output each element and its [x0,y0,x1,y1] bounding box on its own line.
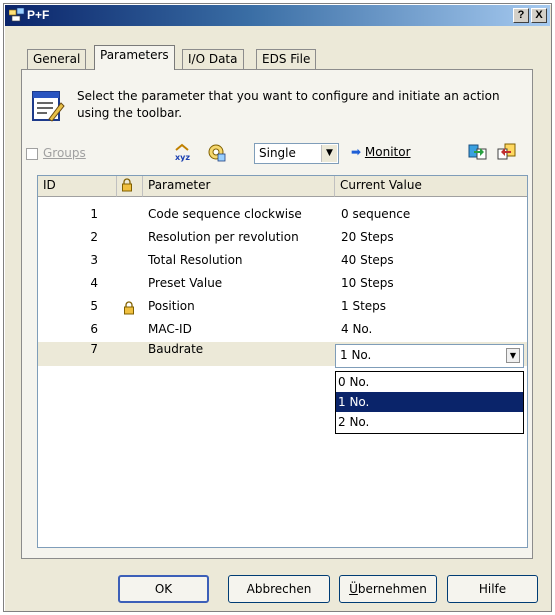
download-to-device-icon[interactable] [468,142,488,162]
row-value: 4 No. [341,322,373,336]
apply-label: bernehmen [357,582,427,596]
table-row[interactable]: 4 Preset Value 10 Steps [38,272,527,295]
chevron-down-icon[interactable]: ▼ [321,145,337,162]
help-title-button[interactable]: ? [513,8,529,23]
tab-eds-file[interactable]: EDS File [256,49,317,69]
row-id: 1 [90,207,98,221]
lock-icon [122,178,132,192]
row-value: 0 sequence [341,207,411,221]
row-value: 20 Steps [341,230,394,244]
instructions-text: Select the parameter that you want to co… [77,89,500,120]
monitor-button[interactable]: ➡ Monitor [351,145,411,159]
groups-checkbox[interactable] [26,148,38,160]
row-lock [123,300,135,315]
row-id: 5 [90,299,98,313]
row-value: 40 Steps [341,253,394,267]
dropdown-option[interactable]: 0 No. [336,372,523,392]
row-parameter: Position [148,299,195,313]
chevron-down-icon[interactable]: ▼ [506,348,520,363]
mode-select-value: Single [259,146,296,160]
compare-xyz-icon[interactable]: xyz [172,142,192,162]
table-row[interactable]: 2 Resolution per revolution 20 Steps [38,226,527,249]
baudrate-options-list: 0 No. 1 No. 2 No. [335,371,524,434]
table-row[interactable]: 6 MAC-ID 4 No. [38,318,527,341]
apply-button[interactable]: Übernehmen [339,575,437,603]
column-header-parameter[interactable]: Parameter [143,176,335,197]
arrow-right-icon: ➡ [351,145,362,159]
help-button[interactable]: Hilfe [447,575,538,603]
svg-text:xyz: xyz [175,153,190,162]
row-id: 3 [90,253,98,267]
tab-io-data[interactable]: I/O Data [182,49,244,69]
row-parameter: Baudrate [148,342,204,356]
window-title: P+F [27,8,50,22]
column-header-current-value[interactable]: Current Value [335,176,527,197]
row-value: 1 Steps [341,299,387,313]
tab-general[interactable]: General [27,49,87,69]
apply-mnemonic: Ü [349,582,358,596]
row-id: 2 [90,230,98,244]
groups-label: Groups [43,146,86,160]
baudrate-value-select[interactable]: 1 No. ▼ [335,344,524,368]
row-parameter: Code sequence clockwise [148,207,302,221]
lock-icon [124,301,134,315]
tab-parameters[interactable]: Parameters [94,45,175,70]
ok-button[interactable]: OK [118,575,209,603]
row-id: 4 [90,276,98,290]
upload-from-device-icon[interactable] [497,142,517,162]
parameter-settings-icon[interactable] [206,142,226,162]
table-row[interactable]: 3 Total Resolution 40 Steps [38,249,527,272]
app-icon [9,8,25,22]
mode-select[interactable]: Single ▼ [254,143,339,164]
table-row[interactable]: 5 Position 1 Steps [38,295,527,318]
baudrate-selected-value: 1 No. [340,348,372,362]
column-header-lock[interactable] [117,176,143,197]
close-title-button[interactable]: X [531,8,547,23]
cancel-button[interactable]: Abbrechen [228,575,330,603]
row-parameter: Preset Value [148,276,223,290]
configure-wizard-icon [32,91,65,122]
row-id: 7 [90,342,98,356]
parameter-table: ID Parameter Current Value 1 Code sequen… [37,175,528,548]
row-value: 10 Steps [341,276,394,290]
row-parameter: Total Resolution [148,253,243,267]
column-header-id[interactable]: ID [38,176,117,197]
row-parameter: Resolution per revolution [148,230,299,244]
table-row[interactable]: 1 Code sequence clockwise 0 sequence [38,203,527,226]
dropdown-option[interactable]: 2 No. [336,412,523,432]
monitor-label: Monitor [364,145,411,159]
dropdown-option-highlighted[interactable]: 1 No. [336,392,523,412]
title-bar[interactable]: P+F ? X [5,5,550,26]
